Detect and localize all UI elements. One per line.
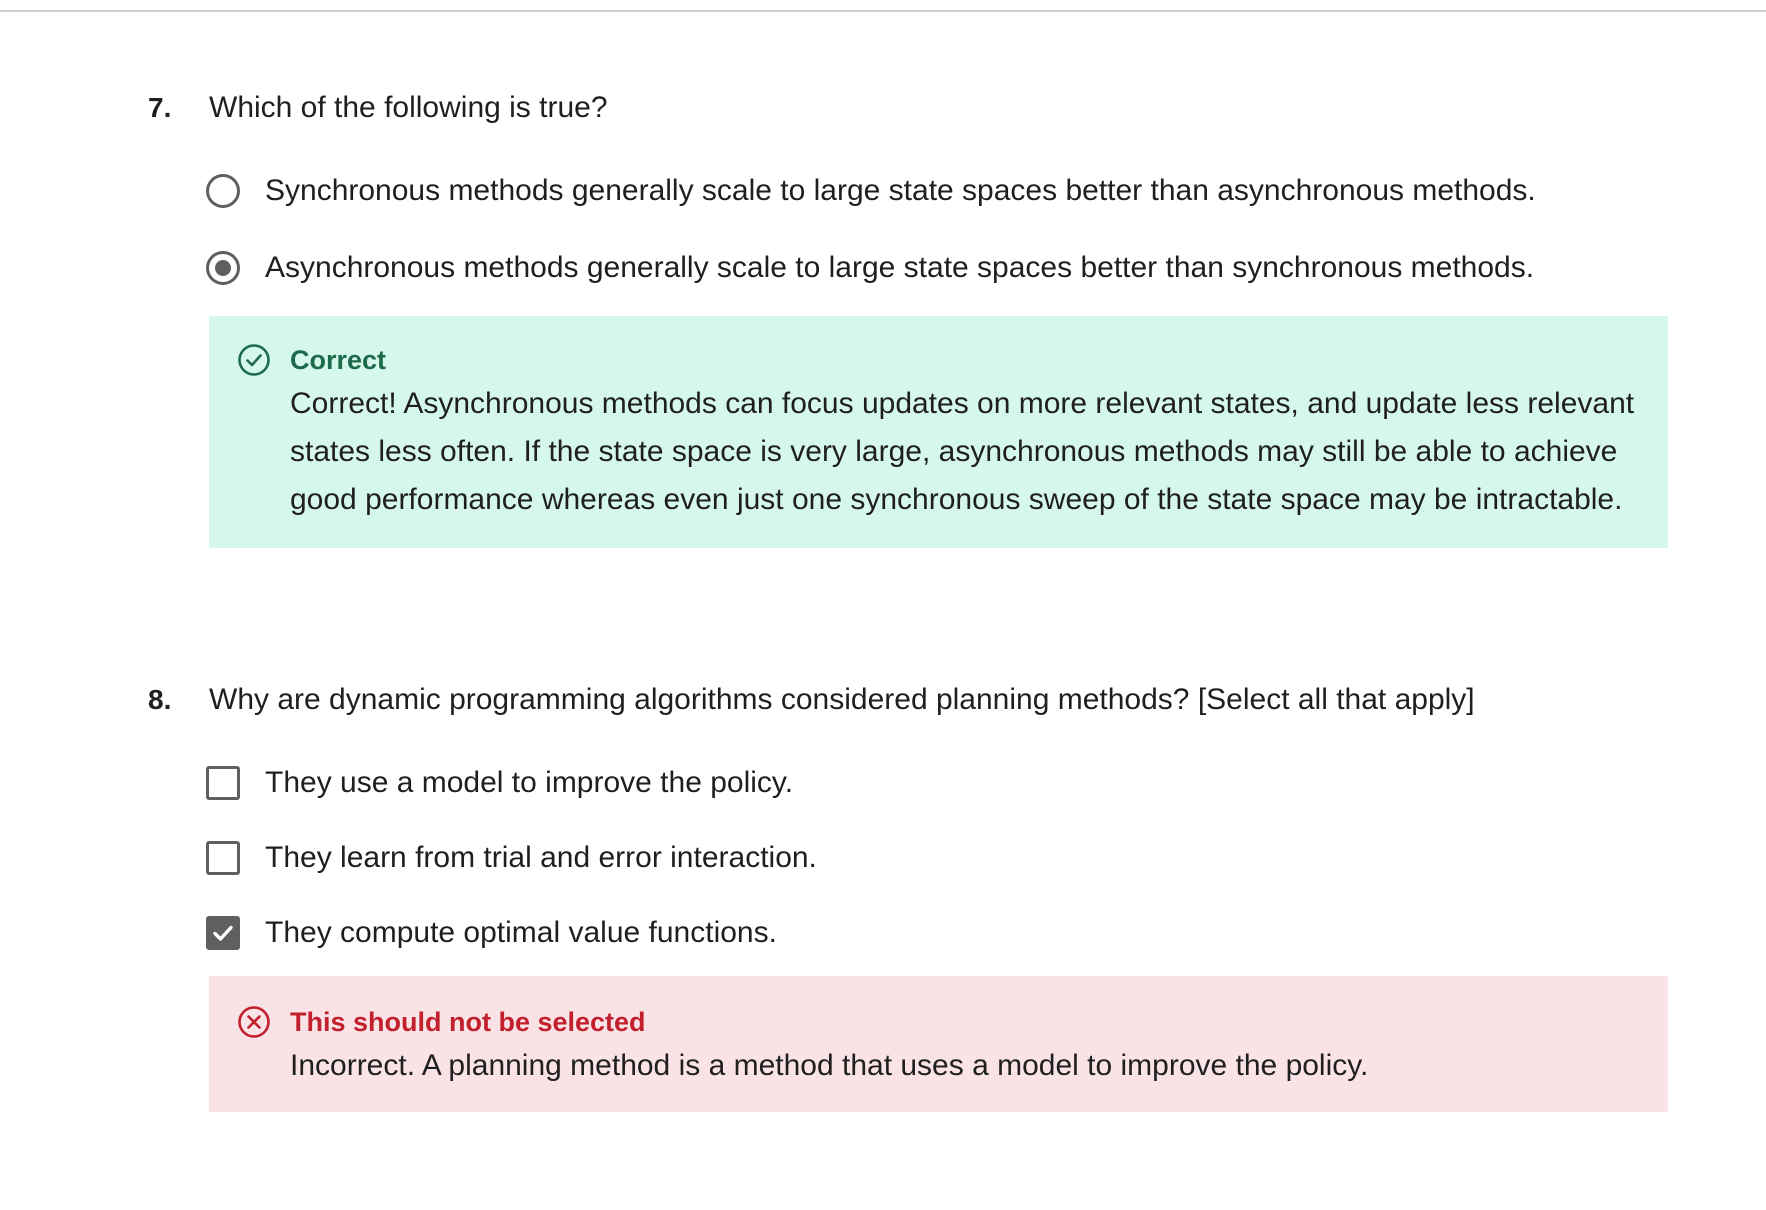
radio-option-synchronous[interactable]: Synchronous methods generally scale to l…: [206, 168, 1536, 214]
option-label: They use a model to improve the policy.: [265, 766, 794, 799]
question-prompt: Which of the following is true?: [209, 91, 608, 124]
question-number: 7.: [148, 92, 172, 123]
checkbox-option-optimal-values[interactable]: They compute optimal value functions.: [206, 910, 777, 956]
checkbox-option-trial-error[interactable]: They learn from trial and error interact…: [206, 835, 817, 881]
radio-button-unselected[interactable]: [206, 174, 240, 208]
option-label: They learn from trial and error interact…: [265, 841, 817, 874]
checkbox-unchecked[interactable]: [206, 841, 240, 875]
option-label: They compute optimal value functions.: [265, 916, 777, 949]
feedback-text: Correct! Asynchronous methods can focus …: [290, 387, 1635, 516]
check-circle-icon: [238, 344, 270, 376]
option-label: Asynchronous methods generally scale to …: [265, 251, 1535, 284]
question-number: 8.: [148, 684, 172, 715]
option-label: Synchronous methods generally scale to l…: [265, 174, 1536, 207]
x-circle-icon: [238, 1006, 270, 1038]
feedback-incorrect: This should not be selected Incorrect. A…: [209, 976, 1668, 1112]
checkbox-unchecked[interactable]: [206, 766, 240, 800]
radio-option-asynchronous[interactable]: Asynchronous methods generally scale to …: [206, 245, 1534, 291]
feedback-text: Incorrect. A planning method is a method…: [290, 1049, 1369, 1082]
feedback-title: This should not be selected: [290, 1007, 646, 1037]
radio-button-selected[interactable]: [206, 251, 240, 285]
feedback-correct: Correct Correct! Asynchronous methods ca…: [209, 316, 1668, 548]
checkbox-option-model[interactable]: They use a model to improve the policy.: [206, 760, 793, 806]
feedback-title: Correct: [290, 345, 387, 375]
checkbox-checked[interactable]: [206, 916, 240, 950]
checkmark-icon: [213, 925, 233, 941]
top-divider: [0, 10, 1766, 12]
question-prompt: Why are dynamic programming algorithms c…: [209, 683, 1475, 716]
